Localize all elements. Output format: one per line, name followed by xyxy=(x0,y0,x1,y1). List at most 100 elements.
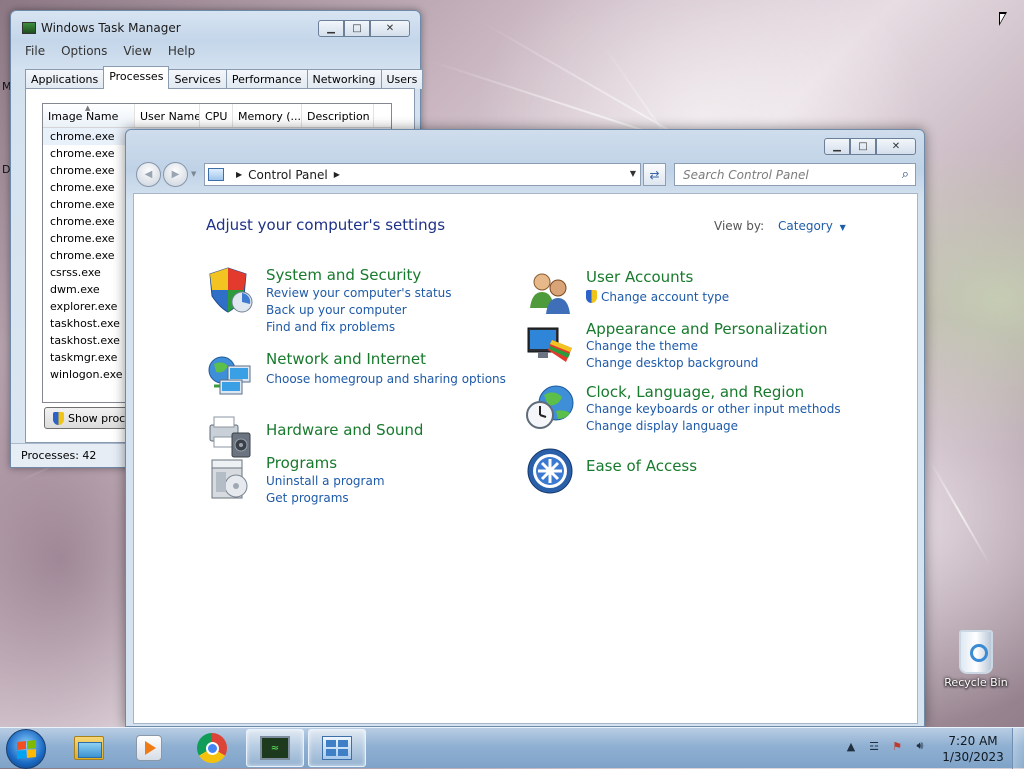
link-back-up[interactable]: Back up your computer xyxy=(266,303,407,317)
category-title-user-accounts[interactable]: User Accounts xyxy=(586,268,693,286)
tab-performance[interactable]: Performance xyxy=(225,69,308,89)
column-cpu[interactable]: CPU xyxy=(200,104,233,127)
forward-button[interactable]: ▶ xyxy=(163,162,188,187)
taskbar-task-manager[interactable]: ≈ xyxy=(246,729,304,767)
minimize-button[interactable]: ▁ xyxy=(824,138,850,155)
task-manager-icon: ≈ xyxy=(260,736,290,760)
page-title: Adjust your computer's settings xyxy=(206,216,446,234)
link-review-status[interactable]: Review your computer's status xyxy=(266,286,452,300)
minimize-button[interactable]: ▁ xyxy=(318,20,344,37)
clock-time: 7:20 AM xyxy=(948,734,998,748)
taskbar-chrome[interactable] xyxy=(183,729,241,767)
address-bar[interactable]: ▶ Control Panel ▶ ▼ xyxy=(204,163,641,186)
link-get-programs[interactable]: Get programs xyxy=(266,491,349,505)
close-button[interactable]: ✕ xyxy=(876,138,916,155)
tab-applications[interactable]: Applications xyxy=(25,69,105,89)
search-input[interactable]: Search Control Panel ⌕ xyxy=(674,163,916,186)
task-manager-app-icon xyxy=(22,22,36,34)
control-panel-window[interactable]: ▁ □ ✕ ◀ ▶ ▼ ▶ Control Panel ▶ ▼ ⇄ Search… xyxy=(125,129,925,727)
breadcrumb-arrow-icon[interactable]: ▶ xyxy=(236,170,242,179)
control-panel-icon xyxy=(322,736,352,760)
column-user-name[interactable]: User Name xyxy=(135,104,200,127)
action-center-flag-icon[interactable]: ⚑ xyxy=(891,740,903,753)
chrome-icon xyxy=(197,733,227,763)
category-title-ease-of-access[interactable]: Ease of Access xyxy=(586,457,697,475)
security-shield-icon[interactable] xyxy=(206,266,254,314)
link-change-keyboards[interactable]: Change keyboards or other input methods xyxy=(586,402,841,416)
link-homegroup-sharing[interactable]: Choose homegroup and sharing options xyxy=(266,372,506,386)
category-ease-of-access: Ease of Access xyxy=(526,447,856,497)
category-clock-language-region: Clock, Language, and Region Change keybo… xyxy=(526,383,856,433)
maximize-button[interactable]: □ xyxy=(344,20,370,37)
breadcrumb-control-panel[interactable]: Control Panel xyxy=(248,168,328,182)
show-desktop-button[interactable] xyxy=(1012,728,1024,769)
taskbar-media-player[interactable] xyxy=(120,729,178,767)
task-manager-title: Windows Task Manager xyxy=(41,21,181,35)
tab-processes[interactable]: Processes xyxy=(103,66,170,89)
category-title-appearance[interactable]: Appearance and Personalization xyxy=(586,320,828,338)
process-count: Processes: 42 xyxy=(21,449,97,462)
link-find-fix-problems[interactable]: Find and fix problems xyxy=(266,320,395,334)
taskbar-clock[interactable]: 7:20 AM 1/30/2023 xyxy=(938,733,1008,765)
address-history-dropdown-icon[interactable]: ▼ xyxy=(630,169,636,178)
column-image-name[interactable]: ▲ Image Name xyxy=(43,104,135,127)
back-arrow-icon: ◀ xyxy=(144,169,153,180)
refresh-button[interactable]: ⇄ xyxy=(643,163,666,186)
monitor-paint-icon[interactable] xyxy=(526,320,574,368)
volume-icon[interactable]: 🔊︎ xyxy=(914,739,926,752)
taskbar-control-panel[interactable] xyxy=(308,729,366,767)
back-button[interactable]: ◀ xyxy=(136,162,161,187)
link-change-desktop-background[interactable]: Change desktop background xyxy=(586,356,758,370)
category-title-network-and-internet[interactable]: Network and Internet xyxy=(266,350,426,368)
category-title-clock-language-region[interactable]: Clock, Language, and Region xyxy=(586,383,804,401)
chevron-down-icon[interactable]: ▼ xyxy=(840,223,846,232)
search-placeholder: Search Control Panel xyxy=(683,168,809,182)
taskbar-windows-explorer[interactable] xyxy=(60,729,118,767)
programs-box-icon[interactable] xyxy=(206,454,254,502)
recycle-bin[interactable]: Recycle Bin xyxy=(942,630,1010,689)
show-hidden-icons-icon[interactable]: ▲ xyxy=(845,740,857,753)
network-icon[interactable]: ☲ xyxy=(868,740,880,753)
menu-file[interactable]: File xyxy=(17,43,53,61)
forward-arrow-icon: ▶ xyxy=(171,169,180,180)
users-icon[interactable] xyxy=(526,268,574,316)
breadcrumb-arrow-icon[interactable]: ▶ xyxy=(334,170,340,179)
link-change-theme[interactable]: Change the theme xyxy=(586,339,698,353)
task-manager-menubar: File Options View Help xyxy=(17,43,414,61)
menu-view[interactable]: View xyxy=(115,43,159,61)
network-globe-icon[interactable] xyxy=(206,350,254,398)
column-description[interactable]: Description xyxy=(302,104,374,127)
tab-networking[interactable]: Networking xyxy=(306,69,382,89)
link-change-display-language[interactable]: Change display language xyxy=(586,419,738,433)
search-icon[interactable]: ⌕ xyxy=(902,167,909,182)
category-appearance: Appearance and Personalization Change th… xyxy=(526,320,856,370)
tab-services[interactable]: Services xyxy=(168,69,227,89)
link-change-account-type[interactable]: Change account type xyxy=(586,290,729,304)
recycle-bin-label: Recycle Bin xyxy=(944,676,1008,689)
link-uninstall-program[interactable]: Uninstall a program xyxy=(266,474,385,488)
printer-speaker-icon[interactable] xyxy=(206,411,254,459)
start-button[interactable] xyxy=(6,729,46,769)
clock-globe-icon[interactable] xyxy=(526,383,574,431)
category-network-and-internet: Network and Internet Choose homegroup an… xyxy=(206,350,506,400)
category-title-hardware-and-sound[interactable]: Hardware and Sound xyxy=(266,421,423,439)
mouse-cursor-icon xyxy=(999,12,1007,26)
uac-shield-icon xyxy=(53,411,64,425)
recent-pages-dropdown-icon[interactable]: ▼ xyxy=(191,170,196,178)
category-system-and-security: System and Security Review your computer… xyxy=(206,266,506,336)
windows-logo-icon xyxy=(16,739,36,759)
tab-users[interactable]: Users xyxy=(380,69,424,89)
column-memory[interactable]: Memory (... xyxy=(233,104,302,127)
close-button[interactable]: ✕ xyxy=(370,20,410,37)
windows-explorer-icon xyxy=(74,736,104,760)
ease-of-access-icon[interactable] xyxy=(526,447,574,495)
category-title-programs[interactable]: Programs xyxy=(266,454,337,472)
category-title-system-and-security[interactable]: System and Security xyxy=(266,266,421,284)
control-panel-small-icon xyxy=(208,168,224,181)
menu-help[interactable]: Help xyxy=(160,43,203,61)
view-by-dropdown[interactable]: Category xyxy=(778,219,833,233)
control-panel-caption-buttons: ▁ □ ✕ xyxy=(824,138,916,155)
menu-options[interactable]: Options xyxy=(53,43,115,61)
maximize-button[interactable]: □ xyxy=(850,138,876,155)
task-manager-caption-buttons: ▁ □ ✕ xyxy=(318,20,410,37)
